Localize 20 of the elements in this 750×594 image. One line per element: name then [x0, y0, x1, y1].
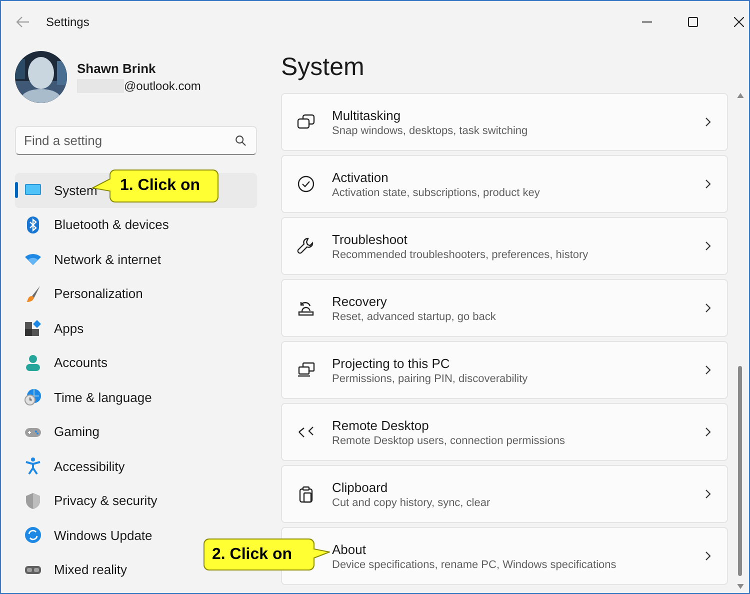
card-description: Cut and copy history, sync, clear [332, 496, 492, 508]
card-description: Recommended troubleshooters, preferences, history [332, 248, 590, 260]
card-title: About [332, 542, 367, 556]
card-title: Clipboard [332, 480, 389, 494]
page-title: System [281, 52, 366, 83]
card-description: Activation state, subscriptions, product key [332, 186, 541, 198]
user-name: Shawn Brink [77, 61, 157, 76]
window-title: Settings [46, 15, 90, 29]
card-description: Snap windows, desktops, task switching [332, 124, 529, 136]
card-title: Remote Desktop [332, 418, 430, 432]
card-title: Recovery [332, 294, 388, 308]
card-description: Device specifications, rename PC, Windows specifications [332, 558, 618, 570]
card-description: Reset, advanced startup, go back [332, 310, 497, 322]
card-description: Permissions, pairing PIN, discoverability [332, 372, 529, 384]
card-title: Troubleshoot [332, 232, 408, 246]
card-title: Multitasking [332, 108, 402, 122]
card-description: Remote Desktop users, connection permissions [332, 434, 566, 446]
user-email: @outlook.com [124, 79, 201, 93]
card-title: Activation [332, 170, 390, 184]
card-title: Projecting to this PC [332, 356, 451, 370]
